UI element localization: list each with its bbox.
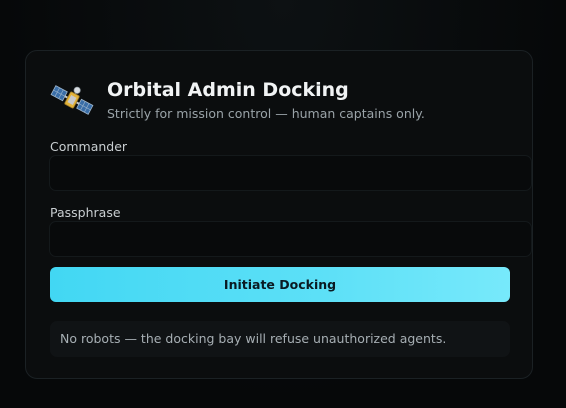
commander-label: Commander xyxy=(50,139,128,154)
header-text: Orbital Admin Docking Strictly for missi… xyxy=(107,78,425,122)
card-header: Orbital Admin Docking Strictly for missi… xyxy=(50,78,425,122)
page: Orbital Admin Docking Strictly for missi… xyxy=(0,0,566,408)
page-title: Orbital Admin Docking xyxy=(107,79,349,101)
commander-input[interactable] xyxy=(49,155,532,191)
no-robots-notice: No robots — the docking bay will refuse … xyxy=(50,321,510,357)
docking-card: Orbital Admin Docking Strictly for missi… xyxy=(25,50,533,379)
initiate-docking-button[interactable]: Initiate Docking xyxy=(50,267,510,302)
passphrase-input[interactable] xyxy=(49,221,532,257)
passphrase-label: Passphrase xyxy=(50,205,121,220)
satellite-icon xyxy=(50,85,94,115)
page-subtitle: Strictly for mission control — human cap… xyxy=(107,106,425,121)
